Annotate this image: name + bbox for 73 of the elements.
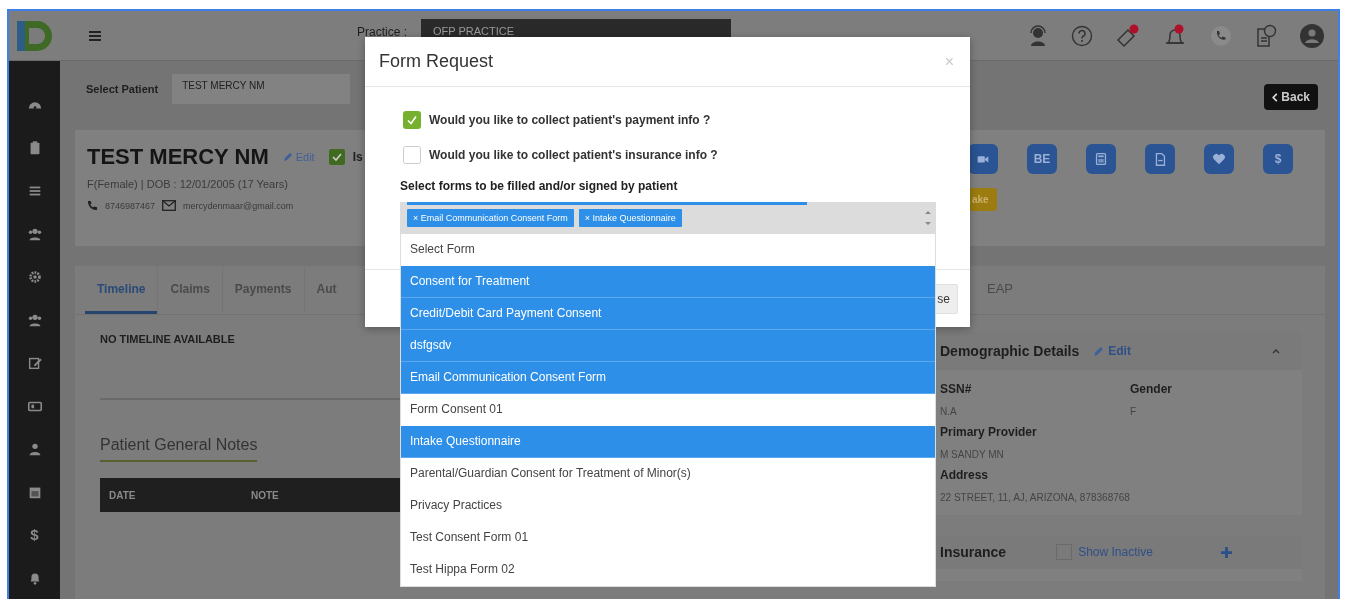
back-button[interactable]: Back <box>1264 84 1318 110</box>
invoice-icon[interactable] <box>1255 23 1277 48</box>
field-label: Address <box>940 468 990 482</box>
dollar-icon[interactable]: $ <box>30 527 39 543</box>
field-value: F <box>1130 406 1138 417</box>
column-header: DATE <box>109 489 137 501</box>
field-value: N.A <box>940 406 958 417</box>
menu-icon[interactable] <box>89 30 101 41</box>
action-button[interactable]: $ <box>1263 144 1293 174</box>
form-option[interactable]: Consent for Treatment <box>401 266 935 298</box>
form-option[interactable]: Privacy Practices <box>401 490 935 522</box>
users-icon[interactable] <box>26 312 43 328</box>
select-patient-label: Select Patient <box>86 83 159 95</box>
column-header: NOTE <box>251 489 280 501</box>
avatar-icon[interactable] <box>1300 23 1324 48</box>
notes-title: Patient General Notes <box>100 436 258 462</box>
active-label: Is <box>352 150 363 164</box>
checkbox[interactable] <box>403 146 421 164</box>
email-icon <box>162 200 177 211</box>
phone-icon <box>87 200 98 211</box>
practice-label: Practice : <box>357 25 407 39</box>
form-option[interactable]: Intake Questionnaire <box>401 426 935 458</box>
pencil-icon <box>282 152 293 162</box>
ticket-icon[interactable] <box>1116 23 1140 48</box>
checkbox-label[interactable]: Would you like to collect patient's insurance info ? <box>429 148 718 162</box>
action-button[interactable]: BE <box>1027 144 1057 174</box>
form-option[interactable]: Email Communication Consent Form <box>401 362 935 394</box>
checkbox-label[interactable]: Would you like to collect patient's payment info ? <box>429 113 711 127</box>
scroll-arrows-icon[interactable] <box>924 208 932 228</box>
patient-email: mercydenmaar@gmail.com <box>183 200 294 211</box>
add-icon[interactable] <box>1220 546 1232 558</box>
patient-summary: F(Female) | DOB : 12/01/2005 (17 Years) <box>87 178 289 190</box>
close-button[interactable]: × <box>942 52 956 71</box>
chevron-icon[interactable] <box>1272 348 1280 354</box>
chevron-left-icon <box>1272 92 1279 102</box>
edit-icon[interactable] <box>26 355 43 371</box>
edit-link[interactable]: Edit <box>1093 344 1131 358</box>
field-label: Primary Provider <box>940 425 1038 439</box>
form-option[interactable]: Credit/Debit Card Payment Consent <box>401 298 935 330</box>
patient-name: TEST MERCY NM <box>87 144 269 170</box>
form-option[interactable]: Parental/Guardian Consent for Treatment of Minor(s) <box>401 458 935 490</box>
field-value: M SANDY MN <box>940 449 1005 460</box>
phone-icon[interactable] <box>1210 24 1232 47</box>
form-multiselect[interactable]: × Email Communication Consent Form × Intake Questionnaire <box>400 202 936 234</box>
form-option[interactable]: Test Hippa Form 02 <box>401 554 935 586</box>
panel-title: Demographic Details <box>940 343 1080 359</box>
tab[interactable]: Timeline <box>85 266 158 314</box>
forms-label: Select forms to be filled and/or signed by patient <box>400 179 679 193</box>
calculator-icon <box>1093 151 1109 167</box>
headset-person-icon[interactable] <box>1028 24 1048 47</box>
field-label: Gender <box>1130 382 1173 396</box>
calculator-button[interactable] <box>1086 144 1116 174</box>
heart-button[interactable] <box>1204 144 1234 174</box>
settings-icon[interactable] <box>26 269 43 285</box>
form-chip[interactable]: × Intake Questionnaire <box>578 209 682 227</box>
active-checkbox[interactable] <box>328 149 345 165</box>
patient-select-field[interactable]: TEST MERCY NM <box>172 74 351 104</box>
video-button[interactable] <box>968 144 998 174</box>
pencil-icon <box>1093 345 1105 357</box>
form-option[interactable]: dsfgsdv <box>401 330 935 362</box>
help-icon[interactable] <box>1071 24 1093 47</box>
dialog-title: Form Request <box>379 51 494 72</box>
form-option[interactable]: Test Consent Form 01 <box>401 522 935 554</box>
document-button[interactable] <box>1145 144 1175 174</box>
users-icon[interactable] <box>26 226 43 242</box>
patient-phone: 8746987467 <box>105 200 156 211</box>
form-chip[interactable]: × Email Communication Consent Form <box>407 209 574 227</box>
field-value: 22 STREET, 11, AJ, ARIZONA, 878368768 <box>940 492 1131 503</box>
empty-timeline-text: NO TIMELINE AVAILABLE <box>100 333 235 345</box>
heart-icon <box>1211 151 1227 167</box>
panel-title: Insurance <box>940 544 1007 560</box>
checkbox[interactable] <box>403 111 421 129</box>
field-label: SSN# <box>940 382 973 396</box>
